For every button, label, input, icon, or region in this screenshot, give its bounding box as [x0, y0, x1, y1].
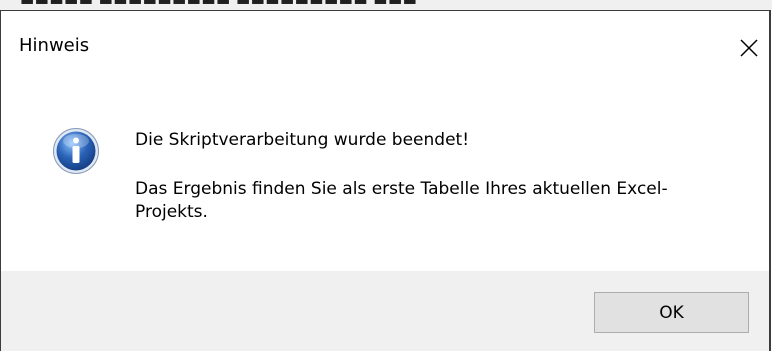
- background-window-strip: ▬▬▬▬▬ ▬▬▬▬▬▬▬▬▬ ▬▬▬▬▬▬▬▬▬ ▬▬▬: [0, 0, 772, 10]
- screen: ▬▬▬▬▬ ▬▬▬▬▬▬▬▬▬ ▬▬▬▬▬▬▬▬▬ ▬▬▬ Hinweis Di…: [0, 0, 772, 351]
- message-line-2: Das Ergebnis finden Sie als erste Tabell…: [135, 179, 668, 222]
- background-window-text: ▬▬▬▬▬ ▬▬▬▬▬▬▬▬▬ ▬▬▬▬▬▬▬▬▬ ▬▬▬: [20, 0, 418, 9]
- info-icon: [53, 128, 99, 174]
- dialog-content: Die Skriptverarbeitung wurde beendet! Da…: [1, 81, 769, 271]
- dialog-titlebar: Hinweis: [1, 11, 769, 81]
- dialog-title: Hinweis: [19, 35, 90, 56]
- close-icon: [740, 39, 758, 57]
- message-dialog: Hinweis Die Skriptverarbeitung wurde bee…: [0, 10, 771, 351]
- close-button[interactable]: [729, 26, 769, 70]
- dialog-footer: OK: [1, 271, 769, 351]
- ok-button[interactable]: OK: [594, 292, 749, 333]
- message-line-1: Die Skriptverarbeitung wurde beendet!: [135, 130, 470, 150]
